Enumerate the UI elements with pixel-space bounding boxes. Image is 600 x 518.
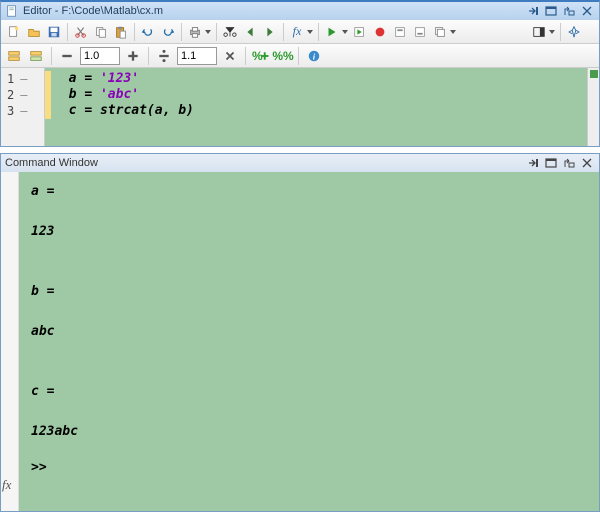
cell-next-icon[interactable]	[411, 23, 429, 41]
run-dropdown[interactable]	[343, 28, 349, 36]
command-title: Command Window	[5, 157, 523, 169]
output-line: b =	[31, 282, 587, 302]
code-body[interactable]: a = '123' b = 'abc' c = strcat(a, b)	[45, 68, 587, 146]
goto-prev-icon[interactable]	[241, 23, 259, 41]
redo-icon[interactable]	[159, 23, 177, 41]
output-line: a =	[31, 182, 587, 202]
command-output[interactable]: a = 123 b = abc c = 123abc >>	[19, 172, 599, 511]
command-titlebar: Command Window	[1, 154, 599, 172]
breakpoint-icon[interactable]	[371, 23, 389, 41]
decrement-icon[interactable]	[58, 47, 76, 65]
fx-icon[interactable]: fx	[288, 23, 306, 41]
line-num: 2	[7, 88, 14, 102]
print-icon[interactable]	[186, 23, 204, 41]
editor-toolbar-2: 1.0 1.1 % %% i	[1, 44, 599, 68]
stack-dropdown[interactable]	[451, 28, 457, 36]
line-num: 3	[7, 104, 14, 118]
editor-gutter: 1— 2— 3—	[1, 68, 45, 146]
status-ok-icon	[590, 70, 598, 78]
output-line	[31, 202, 587, 222]
cmd-margin: fx	[1, 172, 19, 511]
editor-panel: Editor - F:\Code\Matlab\cx.m fx	[0, 0, 600, 147]
cell-prev-icon[interactable]	[391, 23, 409, 41]
output-line: abc	[31, 322, 587, 342]
output-line	[31, 362, 587, 382]
cell-mode-2-icon[interactable]	[27, 47, 45, 65]
output-line: c =	[31, 382, 587, 402]
goto-next-icon[interactable]	[261, 23, 279, 41]
dock-right-icon[interactable]	[530, 23, 548, 41]
maximize-cmd-icon[interactable]	[543, 156, 559, 170]
editor-title: Editor - F:\Code\Matlab\cx.m	[23, 5, 523, 17]
close-editor-icon[interactable]	[579, 4, 595, 18]
restore-icon[interactable]	[561, 4, 577, 18]
comment-icon[interactable]: %	[252, 47, 270, 65]
undo-icon[interactable]	[139, 23, 157, 41]
uncomment-icon[interactable]: %%	[274, 47, 292, 65]
paste-icon[interactable]	[112, 23, 130, 41]
scale-input[interactable]: 1.0	[80, 47, 120, 65]
message-bar[interactable]	[587, 68, 599, 146]
find-icon[interactable]	[221, 23, 239, 41]
editor-file-icon	[5, 4, 19, 18]
divide-icon[interactable]	[155, 47, 173, 65]
cell-mode-1-icon[interactable]	[5, 47, 23, 65]
star-icon[interactable]	[565, 23, 583, 41]
run-advance-icon[interactable]	[351, 23, 369, 41]
code-line: b = 'abc'	[53, 87, 579, 103]
stack-icon[interactable]	[431, 23, 449, 41]
output-line: 123abc	[31, 422, 587, 442]
editor-code-area[interactable]: 1— 2— 3— a = '123' b = 'abc' c = strcat(…	[1, 68, 599, 146]
output-line	[31, 342, 587, 362]
output-line	[31, 262, 587, 282]
code-line: a = '123'	[53, 71, 579, 87]
undock-icon[interactable]	[525, 4, 541, 18]
editor-titlebar: Editor - F:\Code\Matlab\cx.m	[1, 2, 599, 20]
run-icon[interactable]	[323, 23, 341, 41]
fx-prompt-icon[interactable]: fx	[2, 477, 11, 493]
close-cmd-icon[interactable]	[579, 156, 595, 170]
cut-icon[interactable]	[72, 23, 90, 41]
increment-icon[interactable]	[124, 47, 142, 65]
output-line	[31, 242, 587, 262]
multiply-icon[interactable]	[221, 47, 239, 65]
open-file-icon[interactable]	[25, 23, 43, 41]
prompt: >>	[31, 460, 47, 475]
output-line	[31, 402, 587, 422]
editor-toolbar-1: fx	[1, 20, 599, 44]
info-icon[interactable]: i	[305, 47, 323, 65]
dock-dropdown[interactable]	[550, 28, 556, 36]
maximize-icon[interactable]	[543, 4, 559, 18]
new-file-icon[interactable]	[5, 23, 23, 41]
print-dropdown[interactable]	[206, 28, 212, 36]
command-window-panel: Command Window fx a = 123 b = abc c = 12…	[0, 153, 600, 512]
save-icon[interactable]	[45, 23, 63, 41]
line-num: 1	[7, 72, 14, 86]
divide-input[interactable]: 1.1	[177, 47, 217, 65]
output-line	[31, 302, 587, 322]
output-line: 123	[31, 222, 587, 242]
undock-cmd-icon[interactable]	[525, 156, 541, 170]
code-line: c = strcat(a, b)	[53, 103, 579, 119]
fx-dropdown[interactable]	[308, 28, 314, 36]
copy-icon[interactable]	[92, 23, 110, 41]
restore-cmd-icon[interactable]	[561, 156, 577, 170]
